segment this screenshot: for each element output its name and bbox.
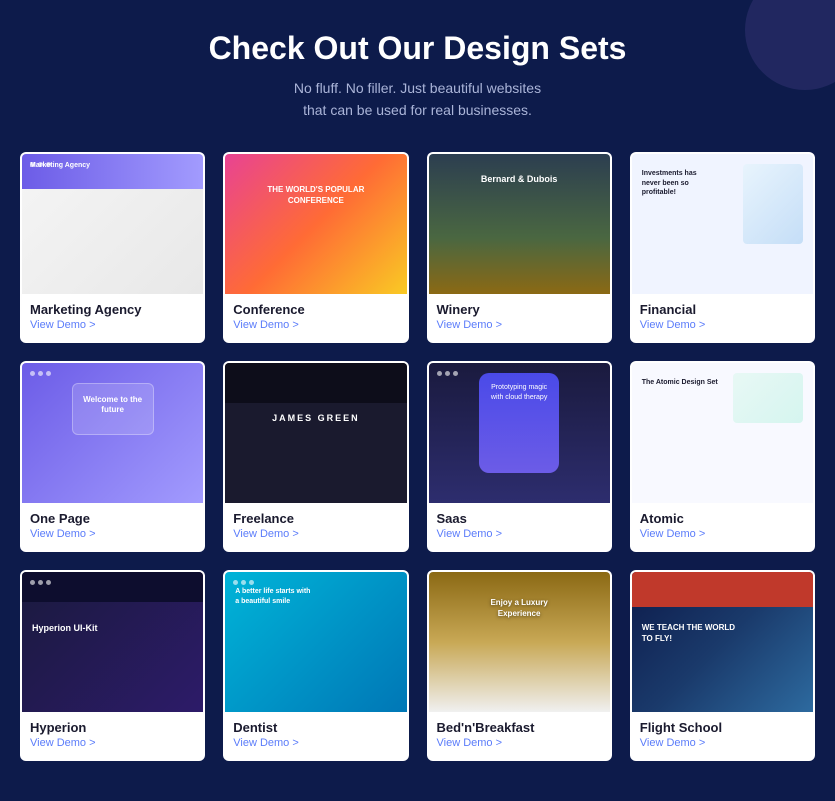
card-info-saas: Saas View Demo > [429,503,610,550]
card-preview-winery [429,154,610,294]
page-subtitle: No fluff. No filler. Just beautiful webs… [20,77,815,122]
card-preview-flight-school [632,572,813,712]
card-info-atomic: Atomic View Demo > [632,503,813,550]
card-preview-marketing-agency [22,154,203,294]
card-title-one-page: One Page [30,511,195,526]
card-conference[interactable]: Conference View Demo > [223,152,408,343]
card-preview-hyperion [22,572,203,712]
card-title-saas: Saas [437,511,602,526]
card-link-financial[interactable]: View Demo > [640,319,805,331]
card-title-marketing-agency: Marketing Agency [30,302,195,317]
card-link-conference[interactable]: View Demo > [233,319,398,331]
card-title-conference: Conference [233,302,398,317]
card-info-one-page: One Page View Demo > [22,503,203,550]
card-link-saas[interactable]: View Demo > [437,528,602,540]
card-title-freelance: Freelance [233,511,398,526]
card-link-bed-n-breakfast[interactable]: View Demo > [437,737,602,749]
card-link-flight-school[interactable]: View Demo > [640,737,805,749]
card-saas[interactable]: Saas View Demo > [427,361,612,552]
card-marketing-agency[interactable]: Marketing Agency View Demo > [20,152,205,343]
card-info-conference: Conference View Demo > [225,294,406,341]
card-link-hyperion[interactable]: View Demo > [30,737,195,749]
card-title-dentist: Dentist [233,720,398,735]
card-info-financial: Financial View Demo > [632,294,813,341]
card-flight-school[interactable]: Flight School View Demo > [630,570,815,761]
card-one-page[interactable]: One Page View Demo > [20,361,205,552]
card-link-winery[interactable]: View Demo > [437,319,602,331]
card-info-flight-school: Flight School View Demo > [632,712,813,759]
card-link-atomic[interactable]: View Demo > [640,528,805,540]
card-bed-n-breakfast[interactable]: Bed'n'Breakfast View Demo > [427,570,612,761]
preview-nav-dots [233,580,254,585]
card-title-flight-school: Flight School [640,720,805,735]
card-preview-financial [632,154,813,294]
card-freelance[interactable]: Freelance View Demo > [223,361,408,552]
card-title-bed-n-breakfast: Bed'n'Breakfast [437,720,602,735]
card-title-hyperion: Hyperion [30,720,195,735]
card-info-bed-n-breakfast: Bed'n'Breakfast View Demo > [429,712,610,759]
card-atomic[interactable]: Atomic View Demo > [630,361,815,552]
card-preview-saas [429,363,610,503]
card-info-freelance: Freelance View Demo > [225,503,406,550]
card-info-hyperion: Hyperion View Demo > [22,712,203,759]
preview-nav-dots [30,580,51,585]
card-info-dentist: Dentist View Demo > [225,712,406,759]
card-preview-conference [225,154,406,294]
page-title: Check Out Our Design Sets [20,30,815,67]
design-sets-grid: Marketing Agency View Demo > Conference Vie… [20,152,815,761]
card-preview-dentist [225,572,406,712]
subtitle-line2: that can be used for real businesses. [303,102,532,118]
page-header: Check Out Our Design Sets No fluff. No f… [20,30,815,122]
card-link-one-page[interactable]: View Demo > [30,528,195,540]
card-preview-bed-n-breakfast [429,572,610,712]
preview-nav-dots [30,371,51,376]
subtitle-line1: No fluff. No filler. Just beautiful webs… [294,80,541,96]
card-preview-freelance [225,363,406,503]
card-dentist[interactable]: Dentist View Demo > [223,570,408,761]
card-link-dentist[interactable]: View Demo > [233,737,398,749]
card-hyperion[interactable]: Hyperion View Demo > [20,570,205,761]
card-financial[interactable]: Financial View Demo > [630,152,815,343]
preview-nav-dots [437,371,458,376]
preview-nav-dots [30,162,51,167]
card-title-winery: Winery [437,302,602,317]
card-info-winery: Winery View Demo > [429,294,610,341]
card-link-marketing-agency[interactable]: View Demo > [30,319,195,331]
card-preview-one-page [22,363,203,503]
card-title-financial: Financial [640,302,805,317]
card-title-atomic: Atomic [640,511,805,526]
card-link-freelance[interactable]: View Demo > [233,528,398,540]
card-info-marketing-agency: Marketing Agency View Demo > [22,294,203,341]
card-winery[interactable]: Winery View Demo > [427,152,612,343]
card-preview-atomic [632,363,813,503]
